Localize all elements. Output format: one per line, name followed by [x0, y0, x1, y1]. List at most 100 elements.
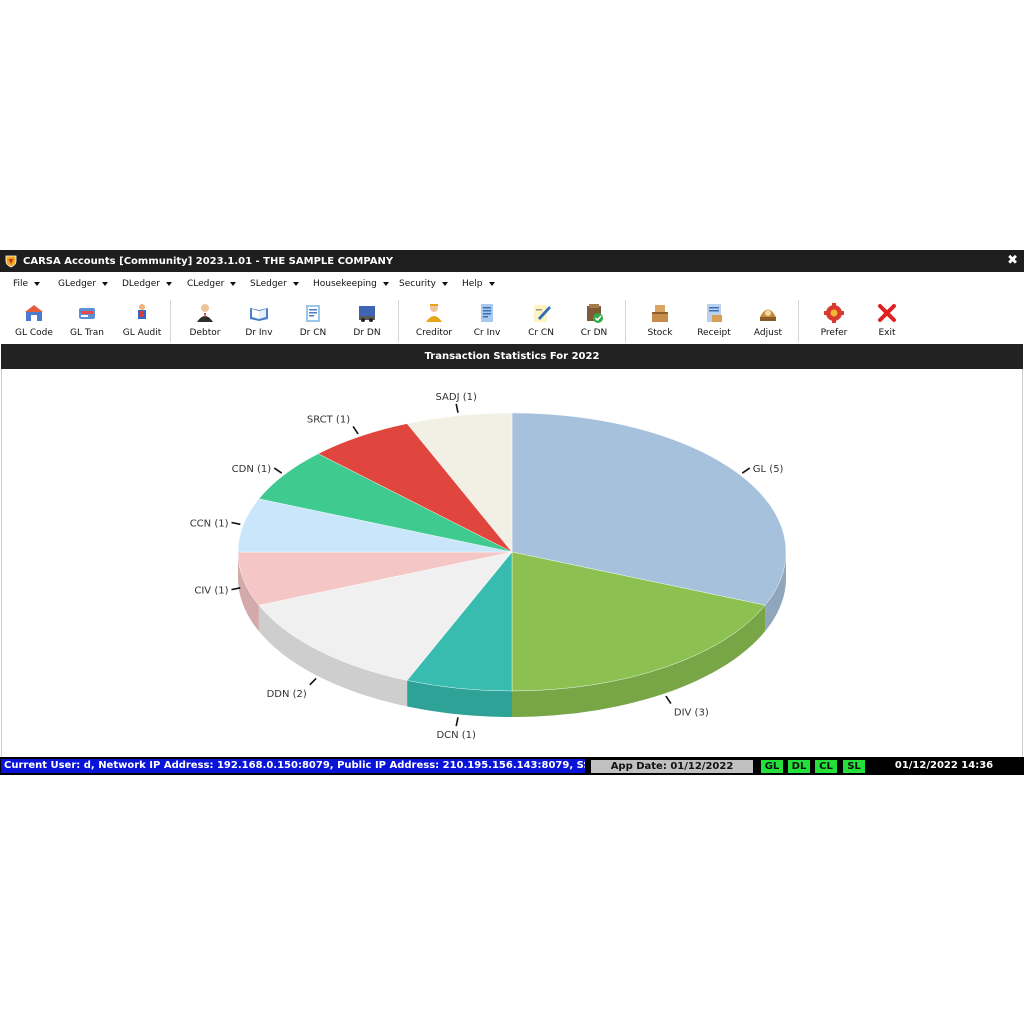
menu-label: SLedger — [250, 279, 287, 289]
caret-down-icon — [382, 282, 389, 286]
toolbar-button-label: Cr Inv — [473, 328, 501, 338]
toolbar-dr-dn-button[interactable]: Dr DN — [340, 298, 394, 344]
pie-label-leader — [273, 467, 283, 474]
title-bar: CARSA Accounts [Community] 2023.1.01 - T… — [0, 250, 1024, 272]
pie-label-civ: CIV (1) — [194, 586, 228, 597]
toolbar-button-label: Cr CN — [528, 328, 554, 338]
stock-icon — [652, 305, 668, 322]
pie-label-ccn: CCN (1) — [190, 519, 229, 530]
status-module-cl: CL — [815, 760, 837, 773]
pie-label-ddn: DDN (2) — [267, 689, 307, 700]
menu-gledger[interactable]: GLedger — [58, 279, 109, 289]
toolbar-receipt-button[interactable]: Receipt — [687, 298, 741, 344]
menu-cledger[interactable]: CLedger — [187, 279, 237, 289]
toolbar-button-label: Cr DN — [580, 328, 608, 338]
pie-label-sadj: SADJ (1) — [436, 392, 477, 403]
toolbar-button-label: GL Tran — [70, 328, 104, 338]
caret-down-icon — [488, 282, 495, 286]
caret-down-icon — [230, 282, 237, 286]
menu-housekeeping[interactable]: Housekeeping — [313, 279, 389, 289]
menu-security[interactable]: Security — [399, 279, 448, 289]
menu-bar: File GLedger DLedger CLedger SLedger Housekee… — [0, 276, 1024, 294]
toolbar-cr-inv-button[interactable]: Cr Inv — [460, 298, 514, 344]
toolbar-cr-cn-button[interactable]: Cr CN — [514, 298, 568, 344]
status-bar: Current User: d, Network IP Address: 192… — [0, 757, 1024, 775]
caret-down-icon — [292, 282, 299, 286]
caret-down-icon — [34, 282, 41, 286]
caret-down-icon — [441, 282, 448, 286]
toolbar-separator — [798, 300, 799, 342]
toolbar-debtor-button[interactable]: Debtor — [178, 298, 232, 344]
chart-area: GL (5) DIV (3) DCN (1) DDN (2) CIV (1) CCN (1… — [1, 369, 1023, 757]
toolbar-button-label: Receipt — [697, 328, 731, 338]
chart-title: Transaction Statistics For 2022 — [1, 344, 1023, 369]
toolbar-stock-button[interactable]: Stock — [633, 298, 687, 344]
toolbar-creditor-button[interactable]: Creditor — [407, 298, 461, 344]
toolbar-button-label: Dr DN — [353, 328, 381, 338]
toolbar-button-label: Adjust — [753, 328, 783, 338]
pie-label-cdn: CDN (1) — [232, 464, 272, 475]
toolbar-exit-button[interactable]: Exit — [860, 298, 914, 344]
pie-label-leader — [455, 403, 459, 413]
pie-label-dcn: DCN (1) — [436, 730, 476, 741]
pie-label-gl: GL (5) — [753, 464, 784, 475]
toolbar: GL Code GL Tran GL Audit Debtor Dr Inv Dr CN D… — [0, 298, 1024, 344]
pie-label-div: DIV (3) — [674, 708, 709, 719]
toolbar-separator — [398, 300, 399, 342]
exit-icon — [878, 304, 896, 322]
pie-label-leader — [231, 521, 241, 526]
toolbar-button-label: Creditor — [415, 328, 453, 338]
dr-inv-icon — [250, 308, 268, 321]
receipt-icon — [707, 304, 722, 322]
status-module-dl: DL — [788, 760, 810, 773]
toolbar-button-label: Stock — [647, 328, 673, 338]
menu-help[interactable]: Help — [462, 279, 495, 289]
toolbar-adjust-button[interactable]: Adjust — [741, 298, 795, 344]
toolbar-button-label: Prefer — [820, 328, 848, 338]
gl-tran-icon — [79, 308, 95, 319]
toolbar-button-label: GL Audit — [122, 328, 162, 338]
pie-label-leader — [665, 695, 672, 705]
toolbar-separator — [625, 300, 626, 342]
cr-cn-icon — [534, 305, 551, 322]
close-window-icon[interactable]: ✖ — [1007, 253, 1018, 268]
toolbar-separator — [170, 300, 171, 342]
toolbar-button-label: Debtor — [189, 328, 221, 338]
creditor-icon — [426, 304, 442, 322]
status-app-date: App Date: 01/12/2022 — [591, 760, 753, 773]
toolbar-button-label: GL Code — [15, 328, 53, 338]
menu-label: DLedger — [122, 279, 160, 289]
adjust-icon — [760, 309, 776, 321]
pie-chart: GL (5) DIV (3) DCN (1) DDN (2) CIV (1) CCN (1… — [190, 392, 787, 741]
toolbar-button-label: Exit — [878, 328, 896, 338]
caret-down-icon — [102, 282, 109, 286]
toolbar-gl-tran-button[interactable]: GL Tran — [60, 298, 114, 344]
menu-label: CLedger — [187, 279, 225, 289]
menu-label: Housekeeping — [313, 279, 377, 289]
pie-label-leader — [455, 717, 459, 727]
menu-file[interactable]: File — [13, 279, 41, 289]
toolbar-gl-code-button[interactable]: GL Code — [7, 298, 61, 344]
menu-label: Help — [462, 279, 483, 289]
cr-dn-icon — [587, 304, 603, 323]
status-clock: 01/12/2022 14:36 — [894, 760, 994, 771]
status-user-info: Current User: d, Network IP Address: 192… — [1, 759, 585, 773]
pie-label-srct: SRCT (1) — [307, 414, 350, 425]
gl-code-icon — [25, 305, 43, 321]
pie-label-leader — [309, 677, 317, 686]
gl-audit-icon — [138, 304, 146, 319]
status-module-gl: GL — [761, 760, 783, 773]
app-logo-icon — [5, 255, 17, 268]
menu-dledger[interactable]: DLedger — [122, 279, 172, 289]
toolbar-dr-cn-button[interactable]: Dr CN — [286, 298, 340, 344]
toolbar-prefer-button[interactable]: Prefer — [807, 298, 861, 344]
toolbar-cr-dn-button[interactable]: Cr DN — [567, 298, 621, 344]
toolbar-dr-inv-button[interactable]: Dr Inv — [232, 298, 286, 344]
pie-label-leader — [352, 425, 359, 435]
caret-down-icon — [166, 282, 172, 286]
status-module-sl: SL — [843, 760, 865, 773]
window-title: CARSA Accounts [Community] 2023.1.01 - T… — [23, 255, 394, 267]
toolbar-gl-audit-button[interactable]: GL Audit — [115, 298, 169, 344]
dr-dn-icon — [359, 306, 375, 322]
menu-sledger[interactable]: SLedger — [250, 279, 299, 289]
